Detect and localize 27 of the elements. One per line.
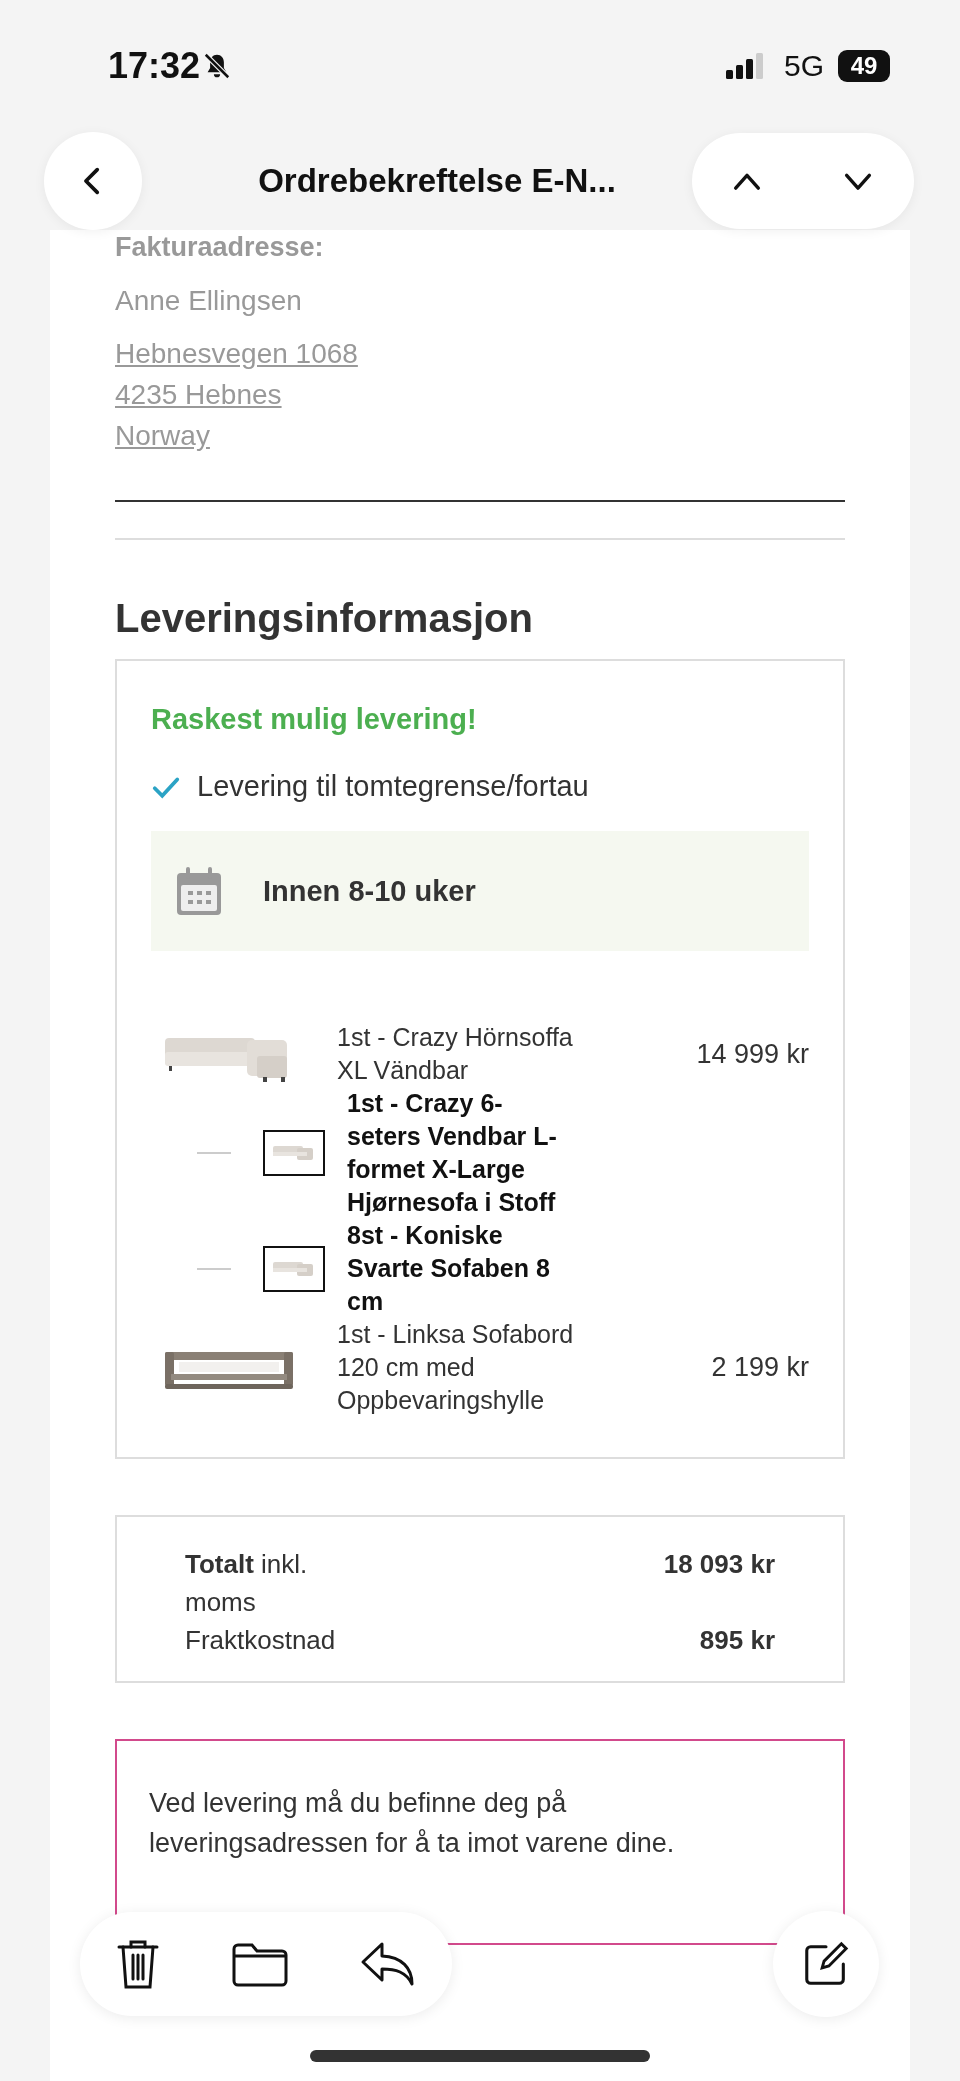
address-link[interactable]: 4235 Hebnes	[115, 374, 282, 415]
status-time: 17:32	[108, 45, 201, 87]
component-name: 8st - Koniske Svarte Sofaben 8 cm	[347, 1220, 551, 1317]
component-name: 1st - Crazy 6-seters Vendbar L-formet X-Large Hjørnesofa i Stoff	[347, 1088, 558, 1218]
email-subject: Ordrebekreftelse E-N...	[258, 162, 616, 200]
billing-heading: Fakturaadresse:	[115, 231, 325, 263]
product-price: 2 199 kr	[711, 1352, 809, 1383]
folder-icon[interactable]	[231, 1941, 289, 1987]
delivery-highlight: Raskest mulig levering!	[151, 703, 478, 736]
network-label: 5G	[783, 49, 824, 83]
calendar-icon	[175, 865, 223, 917]
total-value: 895 kr	[699, 1624, 775, 1657]
trash-icon[interactable]	[115, 1938, 160, 1990]
section-heading: Leveringsinformasjon	[115, 596, 534, 641]
address-link[interactable]: Norway	[115, 415, 210, 456]
product-name: 1st - Linksa Sofabord 120 cm med Oppbevaringshylle	[337, 1319, 575, 1416]
battery-indicator: 49	[838, 50, 890, 82]
delivery-eta: Innen 8-10 uker	[263, 874, 476, 908]
total-label: Totalt inkl. moms	[185, 1548, 309, 1619]
total-label: Fraktkostnad	[185, 1624, 337, 1657]
notice-text: Ved levering må du befinne deg på leveringsadressen for å ta imot varene dine.	[149, 1787, 676, 1860]
delivery-method: Levering til tomtegrense/fortau	[197, 770, 589, 803]
product-name: 1st - Crazy Hörnsoffa XL Vändbar	[337, 1022, 574, 1086]
address-link[interactable]: Hebnesvegen 1068	[115, 333, 358, 374]
customer-name: Anne Ellingsen	[115, 285, 303, 317]
total-value: 18 093 kr	[663, 1548, 775, 1581]
product-price: 14 999 kr	[696, 1038, 809, 1070]
